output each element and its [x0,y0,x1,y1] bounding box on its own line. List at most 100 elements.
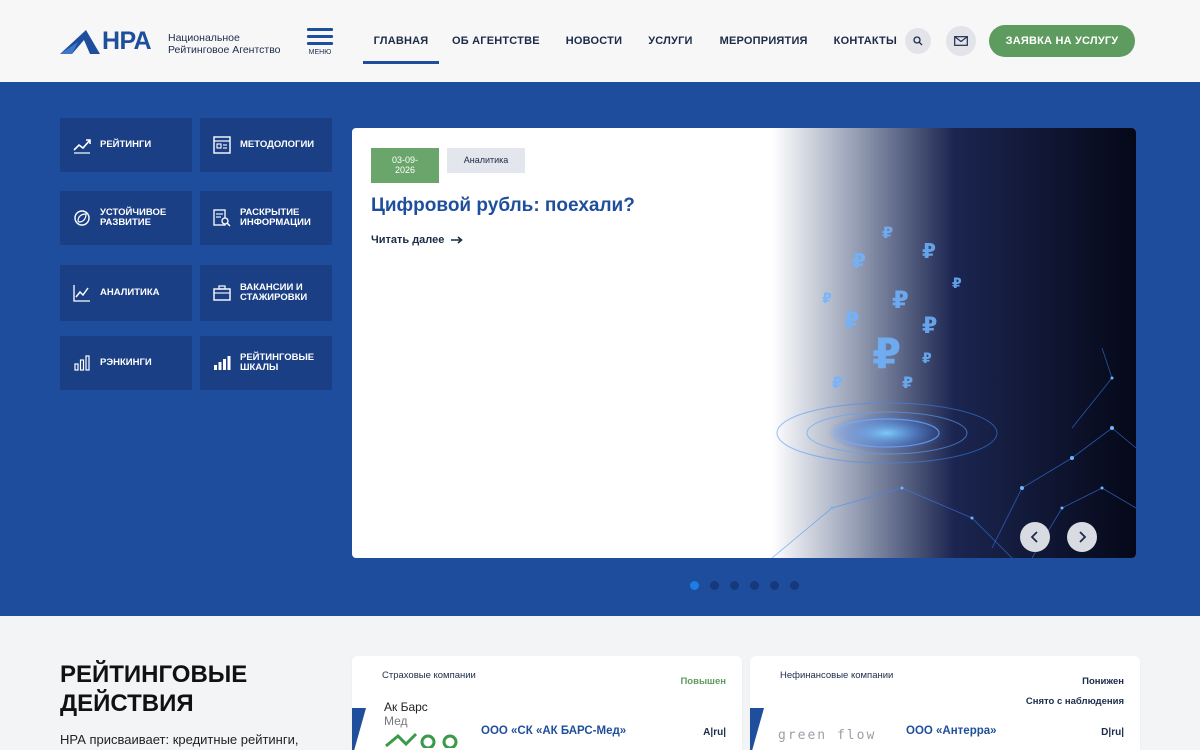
rating-card[interactable]: Страховые компании Повышен Ак Барс Мед О… [352,656,742,750]
tile-disclosure[interactable]: РАСКРЫТИЕ ИНФОРМАЦИИ [200,191,332,245]
slide-title[interactable]: Цифровой рубль: поехали? [371,195,635,217]
hamburger-icon-bar [307,35,333,38]
read-more-label: Читать далее [371,234,445,246]
logo-subtitle-line1: Национальное [168,32,240,44]
news-slide[interactable]: 03-09- 2026 Аналитика Цифровой рубль: по… [352,128,1136,558]
nav-services[interactable]: УСЛУГИ [648,0,692,82]
main-nav: ГЛАВНАЯ ОБ АГЕНТСТВЕ НОВОСТИ УСЛУГИ МЕРО… [363,0,897,82]
briefcase-icon [213,285,231,301]
nav-news[interactable]: НОВОСТИ [566,0,622,82]
logo-subtitle: Национальное Рейтинговое Агентство [168,32,281,56]
chevron-right-icon [1079,531,1087,543]
nav-events[interactable]: МЕРОПРИЯТИЯ [720,0,808,82]
tile-sustainability[interactable]: УСТОЙЧИВОЕ РАЗВИТИЕ [60,191,192,245]
sustainability-icon [74,210,90,226]
nav-about[interactable]: ОБ АГЕНТСТВЕ [452,0,540,82]
company-logo: green flow [778,728,877,743]
nav-home[interactable]: ГЛАВНАЯ [363,0,439,82]
tile-label: ВАКАНСИИ И СТАЖИРОВКИ [240,283,307,303]
chart-up-icon [73,139,91,154]
tile-ratings[interactable]: РЕЙТИНГИ [60,118,192,172]
company-logo: Ак Барс Мед [384,700,464,750]
svg-text:₽: ₽ [852,249,866,273]
slider-dot[interactable] [690,581,699,590]
card-category: Нефинансовые компании [780,670,894,681]
hero-section: РЕЙТИНГИ МЕТОДОЛОГИИ УСТОЙЧИВОЕ РАЗВИТИЕ … [0,82,1200,616]
logo[interactable]: НРА [60,27,152,56]
document-search-icon [213,209,231,227]
tile-label-line2: ШКАЛЫ [240,362,279,373]
card-status-secondary: Снято с наблюдения [1025,696,1124,707]
tile-rankings[interactable]: РЭНКИНГИ [60,336,192,390]
card-status: Повышен [680,676,726,687]
nav-contacts[interactable]: КОНТАКТЫ [834,0,897,82]
tile-label: АНАЛИТИКА [100,287,160,298]
tile-label: РАСКРЫТИЕ ИНФОРМАЦИИ [240,208,311,228]
svg-text:₽: ₽ [844,309,859,334]
svg-text:₽: ₽ [872,329,901,378]
digital-ruble-image: ₽ ₽ ₽ ₽ ₽ ₽ ₽ ₽ ₽ ₽ ₽ ₽ [772,128,1136,558]
tile-label-line2: РАЗВИТИЕ [100,217,151,228]
rating-card[interactable]: Нефинансовые компании Понижен Снято с на… [750,656,1140,750]
card-rating: D|ru| [1101,727,1124,738]
menu-button[interactable]: МЕНЮ [307,28,333,56]
svg-text:₽: ₽ [902,373,913,392]
tile-methodologies[interactable]: МЕТОДОЛОГИИ [200,118,332,172]
card-status: Понижен [1082,676,1124,687]
search-button[interactable] [905,28,931,54]
ratings-section-title-line1: РЕЙТИНГОВЫЕ [60,661,248,688]
slider-dot[interactable] [790,581,799,590]
chevron-left-icon [1030,531,1038,543]
card-company-name[interactable]: ООО «Антерра» [906,725,997,737]
rankings-icon [74,355,90,371]
read-more-link[interactable]: Читать далее [371,234,464,246]
card-category: Страховые компании [382,670,476,681]
card-rating: A|ru| [703,727,726,738]
ratings-section-title: РЕЙТИНГОВЫЕ ДЕЙСТВИЯ [60,660,247,718]
tile-label: РЕЙТИНГИ [100,139,152,150]
tile-analytics[interactable]: АНАЛИТИКА [60,265,192,321]
hamburger-icon [307,28,333,31]
svg-text:₽: ₽ [922,314,937,339]
company-logo-line1: Ак Барс [384,700,428,714]
methodology-icon [213,136,231,154]
mail-button[interactable] [946,26,976,56]
slider-pagination [690,581,810,590]
tile-label: УСТОЙЧИВОЕ РАЗВИТИЕ [100,208,166,228]
slider-prev-button[interactable] [1020,522,1050,552]
tile-label-line2: СТАЖИРОВКИ [240,292,308,303]
site-header: НРА Национальное Рейтинговое Агентство М… [0,0,1200,82]
menu-label: МЕНЮ [308,49,332,56]
analytics-icon [73,285,90,302]
slide-date-line2: 2026 [394,165,416,175]
svg-text:₽: ₽ [922,351,932,367]
ratings-section-description: НРА присваивает: кредитные рейтинги, кре… [60,732,299,750]
slider-dot[interactable] [770,581,779,590]
slider-dot[interactable] [730,581,739,590]
arrow-right-icon [451,236,464,244]
ratings-section-title-line2: ДЕЙСТВИЯ [60,690,194,717]
svg-text:₽: ₽ [882,223,893,242]
svg-text:₽: ₽ [952,276,962,292]
slide-tag[interactable]: Аналитика [447,148,525,173]
request-service-button[interactable]: ЗАЯВКА НА УСЛУГУ [989,25,1135,57]
tile-label: РЭНКИНГИ [100,357,152,368]
card-company-name[interactable]: ООО «СК «АК БАРС-Мед» [481,725,626,737]
company-logo-line2: Мед [384,714,408,728]
slide-date: 03-09- 2026 [371,148,439,183]
card-accent [750,708,764,750]
slider-dot[interactable] [750,581,759,590]
tile-vacancies[interactable]: ВАКАНСИИ И СТАЖИРОВКИ [200,265,332,321]
card-accent [352,708,366,750]
tile-rating-scales[interactable]: РЕЙТИНГОВЫЕ ШКАЛЫ [200,336,332,390]
slider-dot[interactable] [710,581,719,590]
logo-text: НРА [102,27,152,55]
logo-mark-icon [60,29,100,54]
slider-next-button[interactable] [1067,522,1097,552]
svg-text:₽: ₽ [822,291,832,307]
hamburger-icon-bar [307,42,333,45]
tile-label: РЕЙТИНГОВЫЕ ШКАЛЫ [240,353,314,373]
svg-text:₽: ₽ [892,286,909,314]
logo-wave-icon [385,732,458,750]
logo-subtitle-line2: Рейтинговое Агентство [168,44,281,56]
